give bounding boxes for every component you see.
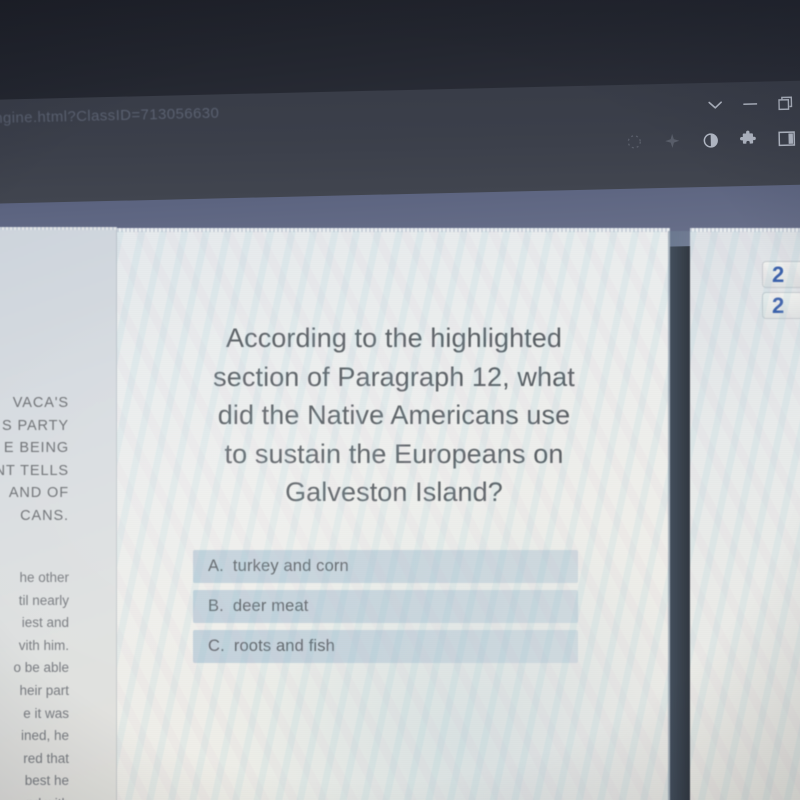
side-panel-icon[interactable] [776, 128, 796, 148]
restore-button[interactable] [776, 94, 794, 112]
passage-body-line: e it was [23, 705, 69, 721]
question-line: According to the highlighted [225, 323, 563, 353]
option-text: deer meat [232, 597, 309, 615]
passage-heading: VACA'S S PARTY E BEING NT TELLS AND OF C… [0, 392, 117, 527]
question-tab-label: 2 [772, 292, 785, 318]
passage-heading-line: VACA'S [12, 395, 69, 411]
question-number-tabs: 2 2 [762, 261, 800, 323]
panel-gap-shadow [668, 231, 690, 800]
passage-heading-line: NT TELLS [0, 462, 69, 479]
page-content: VACA'S S PARTY E BEING NT TELLS AND OF C… [0, 205, 800, 800]
passage-heading-line: AND OF [8, 485, 69, 501]
passage-body-line: til nearly [18, 592, 69, 608]
passage-body-line: red that [23, 750, 69, 766]
monitor-photo: ngine.html?ClassID=713056630 VACA'S S PA… [0, 0, 800, 800]
option-text: turkey and corn [232, 557, 349, 575]
question-text: According to the highlighted section of … [139, 319, 649, 512]
answer-options-list: A. turkey and corn B. deer meat C. roots… [193, 550, 578, 670]
answer-option-b[interactable]: B. deer meat [193, 590, 578, 623]
passage-body-line: heir part [19, 682, 69, 698]
question-panel: According to the highlighted section of … [117, 228, 670, 800]
passage-body-line: o be able [13, 660, 69, 676]
chevron-down-button[interactable] [706, 96, 724, 114]
question-line: did the Native Americans use [217, 400, 571, 430]
browser-toolbar-icons [624, 128, 796, 152]
reading-mode-icon[interactable] [700, 130, 720, 150]
window-controls [706, 94, 794, 114]
passage-heading-line: E BEING [3, 440, 69, 456]
question-tab-label: 2 [772, 261, 785, 287]
option-letter: B. [208, 597, 224, 615]
toolbar-icon-faint-two[interactable] [662, 131, 682, 151]
passage-body-line: nd with [0, 793, 69, 800]
option-letter: A. [208, 557, 224, 575]
question-line: section of Paragraph 12, what [213, 361, 575, 392]
question-line: to sustain the Europeans on [224, 438, 564, 469]
question-line: Galveston Island? [285, 477, 503, 507]
toolbar-icon-faint-one[interactable] [624, 132, 644, 152]
passage-body-line: he other [19, 570, 69, 585]
question-navigator-panel: 2 2 [690, 228, 800, 800]
answer-option-c[interactable]: C. roots and fish [193, 630, 578, 663]
passage-body-line: vith him. [18, 637, 69, 653]
question-tab[interactable]: 2 [762, 292, 800, 319]
passage-body-line: best he [24, 773, 69, 789]
answer-option-a[interactable]: A. turkey and corn [193, 550, 578, 583]
passage-column[interactable]: VACA'S S PARTY E BEING NT TELLS AND OF C… [0, 227, 117, 800]
extensions-puzzle-icon[interactable] [738, 129, 758, 149]
passage-body-line: iest and [21, 615, 69, 631]
moire-texture-overlay [117, 231, 670, 800]
passage-body-line: ined, he [20, 728, 69, 744]
question-tab[interactable]: 2 [762, 261, 800, 288]
minimize-button[interactable] [741, 95, 759, 113]
passage-heading-line: CANS. [20, 507, 69, 524]
option-text: roots and fish [233, 637, 335, 655]
option-letter: C. [208, 637, 225, 655]
passage-heading-line: S PARTY [1, 417, 69, 434]
passage-body-text: he other til nearly iest and vith him. o… [0, 567, 117, 800]
